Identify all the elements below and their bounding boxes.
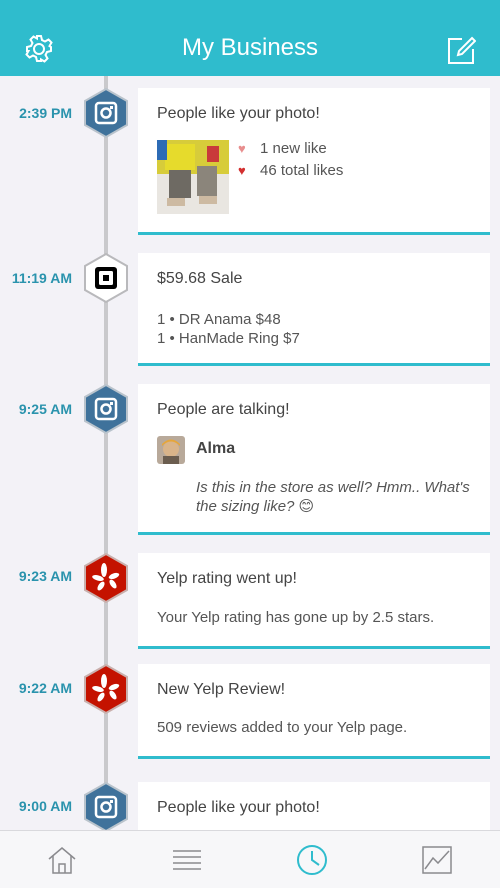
event-time: 11:19 AM [11, 270, 72, 286]
compose-icon[interactable] [446, 35, 477, 65]
comment-text: Is this in the store as well? Hmm.. What… [196, 479, 470, 515]
card-title: People are talking! [157, 401, 290, 418]
new-likes: ♥ 1 new like [238, 140, 327, 157]
event-time: 9:25 AM [18, 401, 72, 417]
card-title: People like your photo! [157, 105, 320, 122]
card-body: 509 reviews added to your Yelp page. [157, 719, 408, 736]
timeline-line [104, 76, 108, 836]
sale-item: 1 • HanMade Ring $7 [157, 330, 300, 347]
card-title: Yelp rating went up! [157, 570, 297, 587]
card-body: Your Yelp rating has gone up by 2.5 star… [157, 609, 435, 626]
instagram-icon [84, 782, 128, 832]
event-card[interactable]: People like your photo! ♥ 1 new like ♥ 46 … [138, 88, 490, 235]
chart-icon[interactable] [420, 843, 454, 877]
clock-icon[interactable] [295, 843, 329, 877]
total-likes: ♥ 46 total likes [238, 162, 344, 179]
card-title: People like your photo! [157, 799, 320, 816]
commenter-name: Alma [196, 440, 236, 457]
avatar[interactable] [157, 436, 185, 464]
event-card[interactable]: People are talking! Alma Is this in the … [138, 384, 490, 535]
photo-thumbnail[interactable] [157, 140, 229, 214]
event-card[interactable]: Yelp rating went up! Your Yelp rating ha… [138, 553, 490, 649]
tab-bar [0, 830, 500, 888]
home-icon[interactable] [45, 843, 79, 877]
event-card[interactable]: $59.68 Sale 1 • DR Anama $48 1 • HanMade… [138, 253, 490, 366]
app-header: My Business [0, 0, 500, 76]
event-card[interactable]: People like your photo! [138, 782, 490, 830]
instagram-icon [84, 88, 128, 138]
event-card[interactable]: New Yelp Review! 509 reviews added to yo… [138, 664, 490, 759]
yelp-icon [84, 664, 128, 714]
sale-item: 1 • DR Anama $48 [157, 311, 281, 328]
event-time: 9:00 AM [18, 798, 72, 814]
event-time: 2:39 PM [19, 105, 72, 121]
list-icon[interactable] [170, 843, 204, 877]
event-time: 9:23 AM [18, 568, 72, 584]
yelp-icon [84, 553, 128, 603]
square-icon [84, 253, 128, 303]
event-time: 9:22 AM [18, 680, 72, 696]
card-title: New Yelp Review! [157, 681, 286, 698]
card-title: $59.68 Sale [157, 270, 243, 287]
page-title: My Business [181, 34, 319, 61]
instagram-icon [84, 384, 128, 434]
